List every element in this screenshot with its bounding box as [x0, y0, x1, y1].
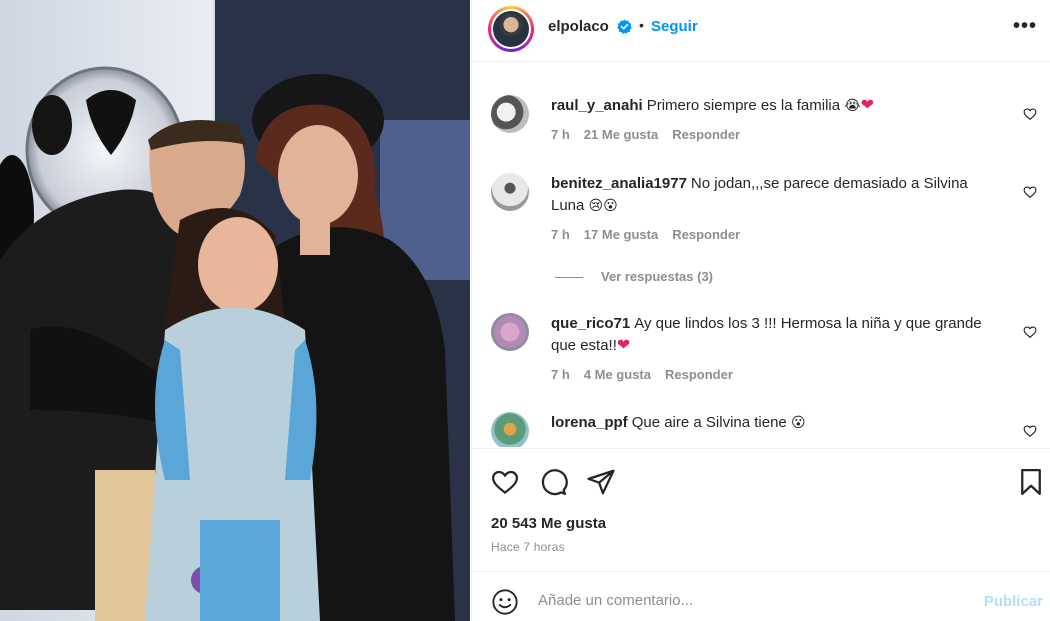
author-username[interactable]: elpolaco — [548, 18, 609, 35]
commenter-username[interactable]: benitez_analia1977 — [551, 175, 687, 192]
comment-input[interactable] — [538, 586, 958, 614]
comment-text: lorena_ppf Que aire a Silvina tiene 😮 — [551, 412, 1001, 434]
comment-meta: 7 h 17 Me gusta Responder — [551, 227, 754, 242]
verified-badge-icon — [617, 19, 632, 34]
view-replies-button[interactable]: Ver respuestas (3) — [555, 269, 713, 284]
heart-emoji: ❤ — [860, 97, 875, 114]
surprised-emoji: 😮 — [790, 415, 806, 431]
comment-icon[interactable] — [538, 467, 568, 497]
publish-button[interactable]: Publicar — [984, 593, 1043, 610]
comment-text: que_rico71 Ay que lindos los 3 !!! Hermos… — [551, 313, 1001, 357]
header-separator: • — [639, 17, 644, 33]
heart-icon[interactable] — [490, 467, 520, 497]
reply-button[interactable]: Responder — [672, 227, 740, 242]
comment-likes[interactable]: 4 Me gusta — [584, 367, 651, 382]
like-comment-heart-icon[interactable] — [1023, 424, 1037, 438]
replies-line — [555, 277, 583, 279]
share-icon[interactable] — [586, 467, 616, 497]
post-header: elpolaco • Seguir ••• — [472, 0, 1050, 62]
heart-emoji: ❤ — [616, 337, 631, 354]
view-replies-label: Ver respuestas (3) — [601, 269, 714, 284]
commenter-avatar[interactable] — [491, 173, 529, 211]
crying-emoji: 😭 — [844, 98, 861, 114]
post-photo[interactable] — [0, 0, 470, 621]
comment-body: Primero siempre es la familia — [646, 97, 841, 114]
like-comment-heart-icon[interactable] — [1023, 107, 1037, 121]
comment-likes[interactable]: 21 Me gusta — [584, 127, 658, 142]
comment-likes[interactable]: 17 Me gusta — [584, 227, 658, 242]
comment-time: 7 h — [551, 127, 570, 142]
commenter-avatar[interactable] — [491, 95, 529, 133]
comment-meta: 7 h 21 Me gusta Responder — [551, 127, 754, 142]
commenter-username[interactable]: lorena_ppf — [551, 414, 628, 431]
more-options-icon[interactable]: ••• — [1013, 16, 1037, 40]
commenter-username[interactable]: raul_y_anahi — [551, 97, 643, 114]
comment-body: Que aire a Silvina tiene — [631, 414, 787, 431]
follow-button[interactable]: Seguir — [651, 18, 698, 35]
comment-time: 7 h — [551, 227, 570, 242]
likes-count[interactable]: 20 543 Me gusta — [491, 515, 606, 532]
comment-time: 7 h — [551, 367, 570, 382]
post-timestamp[interactable]: Hace 7 horas — [491, 540, 565, 554]
post-actions: 20 543 Me gusta Hace 7 horas — [472, 448, 1050, 570]
emoji-icon[interactable] — [491, 588, 519, 616]
like-comment-heart-icon[interactable] — [1023, 325, 1037, 339]
post-photo-illustration — [0, 0, 470, 621]
add-comment-bar: Publicar — [472, 571, 1050, 621]
comment-meta: 7 h 4 Me gusta Responder — [551, 367, 747, 382]
like-comment-heart-icon[interactable] — [1023, 185, 1037, 199]
author-avatar[interactable] — [488, 6, 534, 52]
bookmark-icon[interactable] — [1016, 467, 1046, 497]
commenter-avatar[interactable] — [491, 313, 529, 351]
commenter-username[interactable]: que_rico71 — [551, 315, 630, 332]
comment-text: benitez_analia1977 No jodan,,,se parece d… — [551, 173, 1001, 217]
reply-button[interactable]: Responder — [665, 367, 733, 382]
post-details-panel: elpolaco • Seguir ••• raul_y_anahi Primer… — [471, 0, 1050, 621]
commenter-avatar[interactable] — [491, 412, 529, 447]
comment-text: raul_y_anahi Primero siempre es la famili… — [551, 95, 1001, 117]
sad-surprised-emoji: 😢😮 — [588, 198, 618, 214]
reply-button[interactable]: Responder — [672, 127, 740, 142]
comments-list[interactable]: raul_y_anahi Primero siempre es la famili… — [472, 63, 1050, 447]
